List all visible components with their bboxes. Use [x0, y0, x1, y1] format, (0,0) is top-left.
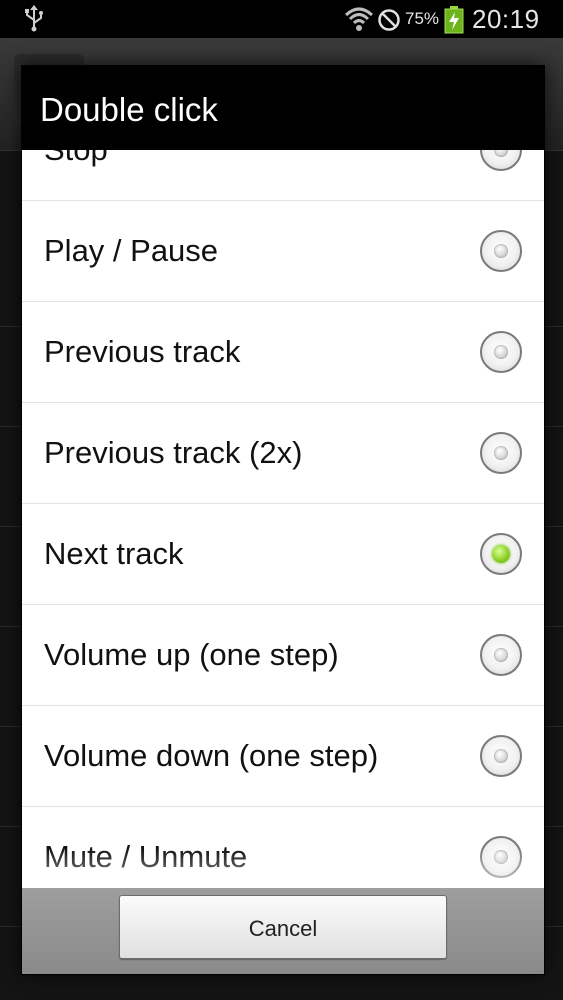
radio-dot-icon [494, 345, 508, 359]
option-row[interactable]: Mute / Unmute [22, 807, 544, 888]
radio-dot-icon [494, 244, 508, 258]
radio-button[interactable] [480, 432, 522, 474]
option-row[interactable]: Previous track [22, 302, 544, 403]
usb-icon [25, 5, 43, 32]
radio-dot-icon [494, 648, 508, 662]
choice-dialog: Double click Stop Play / Pause Previous tr… [22, 66, 544, 974]
option-row[interactable]: Volume down (one step) [22, 706, 544, 807]
radio-button-selected[interactable] [480, 533, 522, 575]
option-label: Previous track (2x) [44, 435, 303, 470]
option-label: Volume down (one step) [44, 738, 379, 773]
radio-dot-icon [494, 749, 508, 763]
radio-dot-icon [492, 545, 510, 563]
button-bar: Cancel [22, 888, 544, 974]
option-label: Play / Pause [44, 233, 219, 268]
battery-percent: 75% [405, 9, 440, 28]
radio-button[interactable] [480, 230, 522, 272]
battery-charging-icon [444, 6, 464, 34]
radio-dot-icon [494, 850, 508, 864]
option-label: Previous track [44, 334, 241, 369]
radio-dot-icon [494, 446, 508, 460]
radio-button[interactable] [480, 331, 522, 373]
radio-button[interactable] [480, 836, 522, 878]
dialog-title: Double click [22, 66, 544, 150]
radio-button[interactable] [480, 634, 522, 676]
option-label: Mute / Unmute [44, 839, 248, 874]
option-label: Next track [44, 536, 184, 571]
cancel-button[interactable]: Cancel [119, 895, 447, 959]
radio-button[interactable] [480, 735, 522, 777]
option-track: Stop Play / Pause Previous track Previous t… [22, 150, 544, 888]
status-bar: 75% 20:19 [0, 0, 563, 38]
option-list[interactable]: Stop Play / Pause Previous track Previous t… [22, 150, 544, 888]
radio-button[interactable] [480, 150, 522, 171]
option-row[interactable]: Previous track (2x) [22, 403, 544, 504]
option-label: Stop [44, 150, 108, 200]
status-time: 20:19 [472, 4, 540, 34]
option-row[interactable]: Volume up (one step) [22, 605, 544, 706]
radio-dot-icon [494, 150, 508, 157]
wifi-icon [344, 7, 374, 31]
option-row[interactable]: Next track [22, 504, 544, 605]
option-row[interactable]: Play / Pause [22, 201, 544, 302]
no-signal-icon [378, 9, 400, 31]
option-row[interactable]: Stop [22, 150, 544, 201]
option-label: Volume up (one step) [44, 637, 339, 672]
